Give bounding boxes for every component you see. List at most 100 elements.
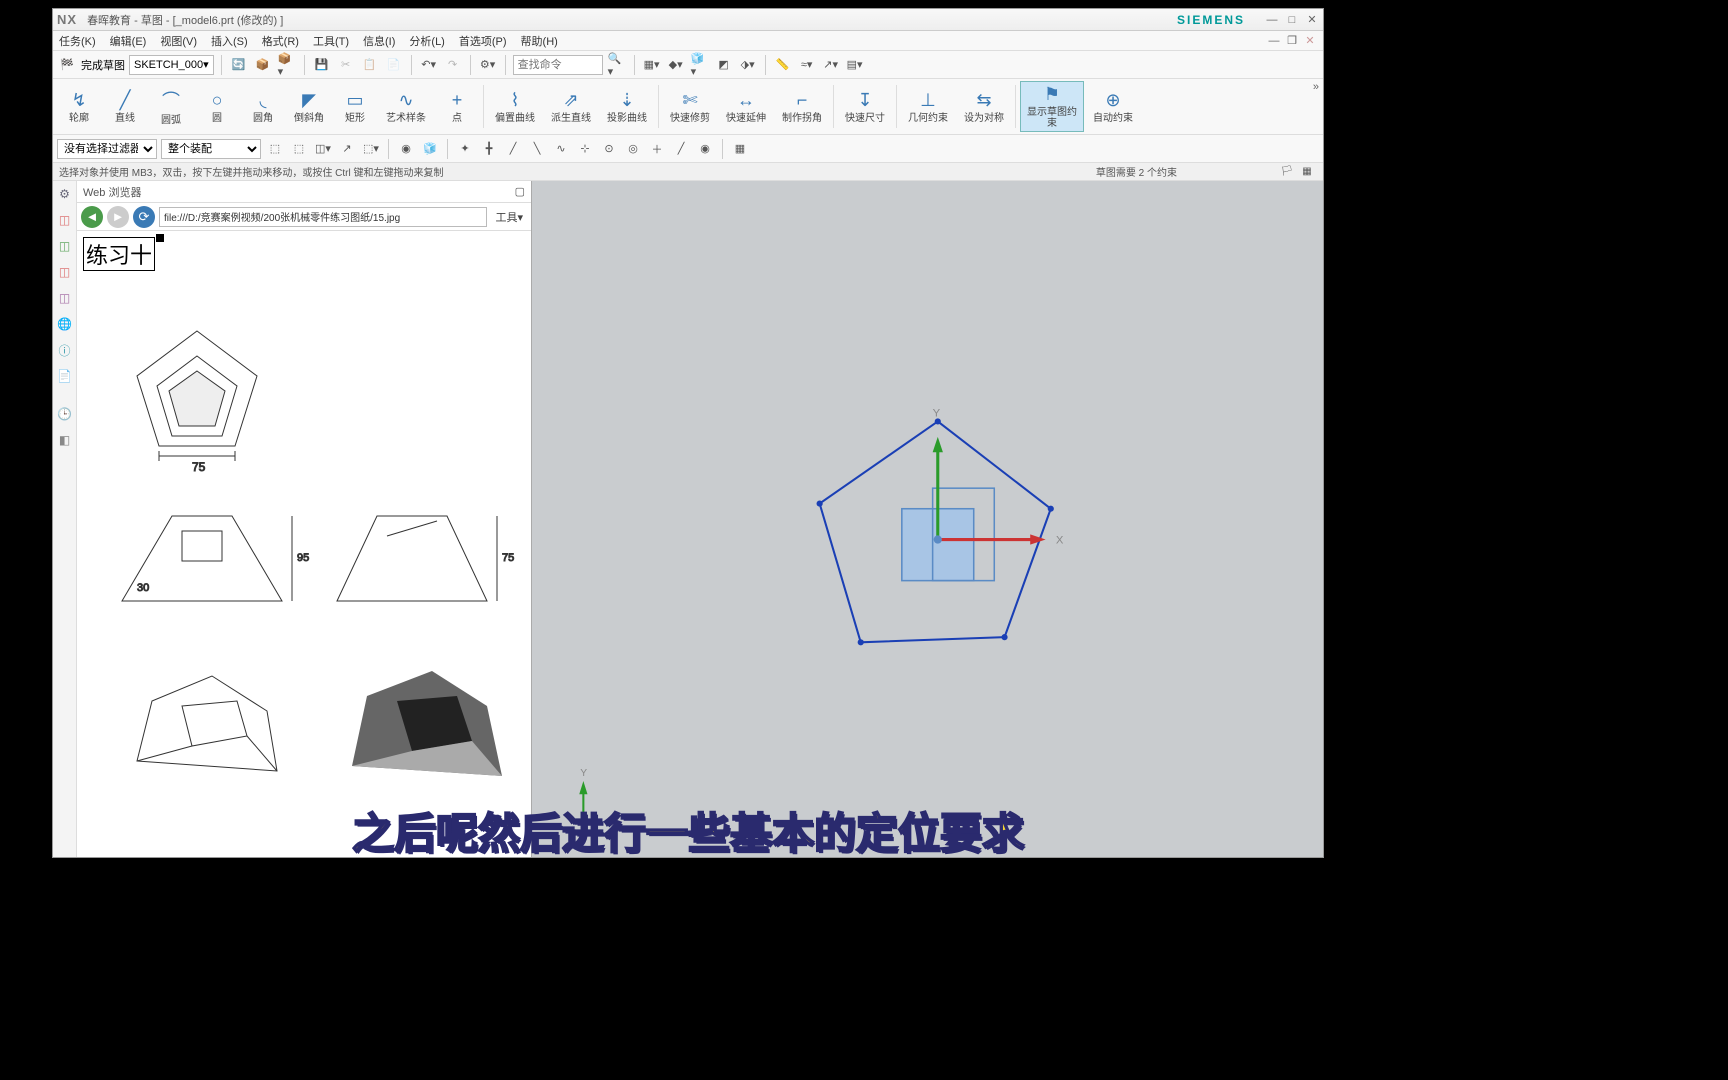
rail-web-icon[interactable]: 🌐 — [56, 315, 74, 333]
ribbon-制作拐角[interactable]: ⌐制作拐角 — [775, 81, 829, 132]
tb-icon-analyze[interactable]: ≈▾ — [797, 55, 817, 75]
snap-icon-4[interactable]: ╲ — [527, 139, 547, 159]
tb-icon-layer[interactable]: ▤▾ — [845, 55, 865, 75]
ribbon-设为对称[interactable]: ⇆设为对称 — [957, 81, 1011, 132]
mdi-minimize[interactable]: — — [1267, 34, 1281, 48]
snap-icon-7[interactable]: ⊙ — [599, 139, 619, 159]
tb-icon-clip[interactable]: ⬗▾ — [738, 55, 758, 75]
rail-constraint-icon[interactable]: ◫ — [56, 263, 74, 281]
tb-icon-dim[interactable]: ↗▾ — [821, 55, 841, 75]
close-button[interactable]: ✕ — [1305, 13, 1319, 27]
tb-icon-1[interactable]: 🔄 — [229, 55, 249, 75]
ft-icon-6[interactable]: ◉ — [396, 139, 416, 159]
finish-sketch-label[interactable]: 完成草图 — [81, 57, 125, 73]
ribbon-点[interactable]: +点 — [435, 81, 479, 132]
mdi-restore[interactable]: ❐ — [1285, 34, 1299, 48]
ft-icon-grid[interactable]: ▦ — [730, 139, 750, 159]
tb-icon-cube[interactable]: 🧊▾ — [690, 55, 710, 75]
ft-icon-3[interactable]: ◫▾ — [313, 139, 333, 159]
rail-settings-icon[interactable]: ⚙ — [56, 185, 74, 203]
tb-icon-layout[interactable]: ▦▾ — [642, 55, 662, 75]
menu-format[interactable]: 格式(R) — [262, 33, 299, 49]
menu-view[interactable]: 视图(V) — [160, 33, 197, 49]
ribbon-投影曲线[interactable]: ⇣投影曲线 — [600, 81, 654, 132]
ribbon-偏置曲线[interactable]: ⌇偏置曲线 — [488, 81, 542, 132]
ft-icon-1[interactable]: ⬚ — [265, 139, 285, 159]
ribbon-直线[interactable]: ╱直线 — [103, 81, 147, 132]
rail-part-nav-icon[interactable]: ◫ — [56, 211, 74, 229]
menu-task[interactable]: 任务(K) — [59, 33, 96, 49]
nav-back-button[interactable]: ◄ — [81, 206, 103, 228]
snap-icon-1[interactable]: ✦ — [455, 139, 475, 159]
rail-assembly-icon[interactable]: ◫ — [56, 237, 74, 255]
ft-icon-4[interactable]: ↗ — [337, 139, 357, 159]
snap-icon-5[interactable]: ∿ — [551, 139, 571, 159]
snap-icon-10[interactable]: ╱ — [671, 139, 691, 159]
nav-refresh-button[interactable]: ⟳ — [133, 206, 155, 228]
snap-icon-3[interactable]: ╱ — [503, 139, 523, 159]
undo-icon[interactable]: ↶▾ — [419, 55, 439, 75]
snap-icon-11[interactable]: ◉ — [695, 139, 715, 159]
finish-sketch-icon[interactable]: 🏁 — [57, 55, 77, 75]
ribbon-显示草图约束[interactable]: ⚑显示草图约 束 — [1020, 81, 1084, 132]
ribbon-快速修剪[interactable]: ✄快速修剪 — [663, 81, 717, 132]
status-table-icon[interactable]: ▦ — [1297, 162, 1317, 182]
mdi-close[interactable]: ✕ — [1303, 34, 1317, 48]
ribbon-圆[interactable]: ○圆 — [195, 81, 239, 132]
tb-icon-measure[interactable]: 📏 — [773, 55, 793, 75]
rail-info-icon[interactable]: ⓘ — [56, 341, 74, 359]
snap-icon-9[interactable]: ＋ — [647, 139, 667, 159]
ribbon-派生直线[interactable]: ⇗派生直线 — [544, 81, 598, 132]
search-icon[interactable]: 🔍▾ — [607, 55, 627, 75]
panel-close-icon[interactable]: ▢ — [515, 185, 525, 198]
snap-icon-2[interactable]: ╋ — [479, 139, 499, 159]
menu-prefs[interactable]: 首选项(P) — [459, 33, 507, 49]
ribbon-圆弧[interactable]: ⌒圆弧 — [149, 81, 193, 132]
ribbon-艺术样条[interactable]: ∿艺术样条 — [379, 81, 433, 132]
tb-icon-section[interactable]: ◩ — [714, 55, 734, 75]
rail-reuse-icon[interactable]: ◫ — [56, 289, 74, 307]
menu-tools[interactable]: 工具(T) — [313, 33, 349, 49]
ribbon-几何约束[interactable]: ⊥几何约束 — [901, 81, 955, 132]
ft-icon-7[interactable]: 🧊 — [420, 139, 440, 159]
snap-icon-8[interactable]: ◎ — [623, 139, 643, 159]
ribbon-轮廓[interactable]: ↯轮廓 — [57, 81, 101, 132]
ribbon-圆角[interactable]: ◟圆角 — [241, 81, 285, 132]
browser-tools-dropdown[interactable]: 工具▾ — [491, 209, 527, 225]
tb-icon-3[interactable]: 📦▾ — [277, 55, 297, 75]
tb-icon-2[interactable]: 📦 — [253, 55, 273, 75]
ribbon-快速延伸[interactable]: ↔快速延伸 — [719, 81, 773, 132]
command-search-input[interactable] — [513, 55, 603, 75]
browser-content: 练习十 75 — [77, 231, 531, 857]
tb-icon-gear[interactable]: ⚙▾ — [478, 55, 498, 75]
ribbon-自动约束[interactable]: ⊕自动约束 — [1086, 81, 1140, 132]
snap-icon-6[interactable]: ⊹ — [575, 139, 595, 159]
menu-insert[interactable]: 插入(S) — [211, 33, 248, 49]
ribbon-矩形[interactable]: ▭矩形 — [333, 81, 377, 132]
ribbon-label: 轮廓 — [69, 113, 89, 124]
sketch-name-dropdown[interactable]: SKETCH_000 ▾ — [129, 55, 214, 75]
ribbon-快速尺寸[interactable]: ↧快速尺寸 — [838, 81, 892, 132]
scope-filter-dropdown[interactable]: 整个装配 — [161, 139, 261, 159]
selection-filter-dropdown[interactable]: 没有选择过滤器 — [57, 139, 157, 159]
ribbon-倒斜角[interactable]: ◤倒斜角 — [287, 81, 331, 132]
minimize-button[interactable]: — — [1265, 13, 1279, 27]
ft-icon-5[interactable]: ⬚▾ — [361, 139, 381, 159]
rail-roles-icon[interactable]: ◧ — [56, 431, 74, 449]
status-flag-icon[interactable]: 🏳 — [1277, 162, 1297, 182]
menu-edit[interactable]: 编辑(E) — [110, 33, 147, 49]
rail-sheet-icon[interactable]: 📄 — [56, 367, 74, 385]
rail-history-icon[interactable]: 🕒 — [56, 405, 74, 423]
maximize-button[interactable]: □ — [1285, 13, 1299, 27]
menu-info[interactable]: 信息(I) — [363, 33, 395, 49]
save-icon[interactable]: 💾 — [312, 55, 332, 75]
sketch-canvas[interactable]: Y X Y — [532, 181, 1323, 857]
menu-help[interactable]: 帮助(H) — [521, 33, 558, 49]
menu-analysis[interactable]: 分析(L) — [409, 33, 444, 49]
menubar: 任务(K) 编辑(E) 视图(V) 插入(S) 格式(R) 工具(T) 信息(I… — [53, 31, 1323, 51]
url-input[interactable] — [159, 207, 487, 227]
tb-icon-shade[interactable]: ◆▾ — [666, 55, 686, 75]
ft-icon-2[interactable]: ⬚ — [289, 139, 309, 159]
ribbon-overflow-icon[interactable]: » — [1313, 81, 1319, 93]
nav-forward-button[interactable]: ► — [107, 206, 129, 228]
